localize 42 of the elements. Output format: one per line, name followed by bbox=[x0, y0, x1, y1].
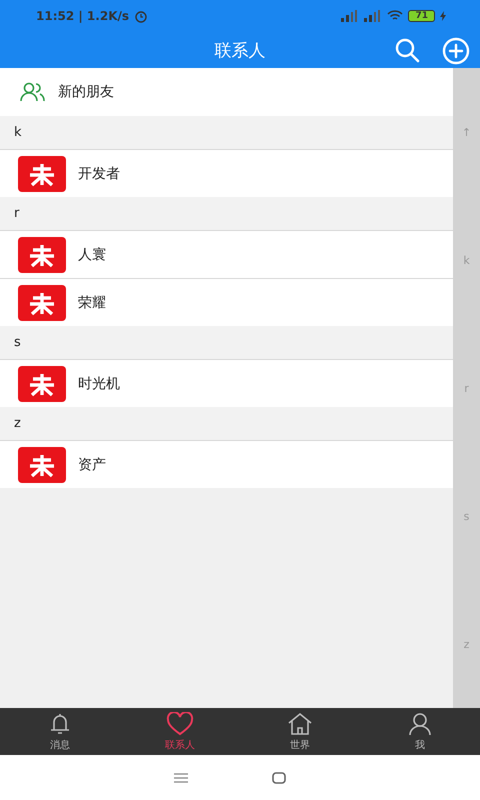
contact-row[interactable]: 资产 bbox=[0, 440, 453, 488]
person-icon bbox=[408, 712, 432, 736]
contact-name: 开发者 bbox=[78, 164, 120, 182]
battery-indicator: 71 bbox=[408, 10, 435, 22]
avatar-icon bbox=[18, 366, 66, 402]
contact-name: 资产 bbox=[78, 456, 106, 474]
alarm-icon bbox=[134, 9, 148, 23]
contact-name: 人寰 bbox=[78, 246, 106, 264]
menu-icon[interactable] bbox=[174, 772, 188, 782]
avatar-icon bbox=[18, 156, 66, 192]
contact-name: 荣耀 bbox=[78, 294, 106, 312]
heart-icon bbox=[166, 712, 194, 736]
charging-icon bbox=[440, 11, 446, 21]
section-letter: r bbox=[14, 206, 20, 221]
avatar-icon bbox=[18, 446, 66, 482]
contact-row[interactable]: 荣耀 bbox=[0, 278, 453, 326]
home-button-icon[interactable] bbox=[272, 772, 286, 784]
tab[interactable]: 我 bbox=[360, 708, 480, 755]
tab[interactable]: 消息 bbox=[0, 708, 120, 755]
status-time: 11:52 | 1.2K/s bbox=[36, 9, 130, 23]
contact-row[interactable]: 开发者 bbox=[0, 149, 453, 197]
new-friends-label: 新的朋友 bbox=[58, 83, 114, 101]
signal-icon bbox=[341, 10, 360, 22]
contact-row[interactable]: 时光机 bbox=[0, 359, 453, 407]
new-friends-row[interactable]: 新的朋友 bbox=[0, 68, 453, 116]
section-letter: z bbox=[14, 416, 21, 431]
avatar-icon bbox=[18, 236, 66, 272]
add-button[interactable] bbox=[440, 35, 472, 67]
section-letter: s bbox=[14, 335, 21, 350]
tab[interactable]: 世界 bbox=[240, 708, 360, 755]
add-icon bbox=[442, 37, 470, 65]
avatar-icon bbox=[18, 284, 66, 320]
section-letter: k bbox=[14, 125, 22, 140]
people-icon bbox=[20, 82, 46, 102]
contact-name: 时光机 bbox=[78, 374, 120, 392]
screen-title: 联系人 bbox=[214, 40, 266, 62]
wifi-icon bbox=[387, 10, 404, 22]
home-icon bbox=[287, 712, 313, 736]
contact-row[interactable]: 人寰 bbox=[0, 230, 453, 278]
bell-icon bbox=[48, 712, 72, 736]
signal-icon bbox=[364, 10, 382, 22]
search-icon bbox=[394, 37, 420, 63]
